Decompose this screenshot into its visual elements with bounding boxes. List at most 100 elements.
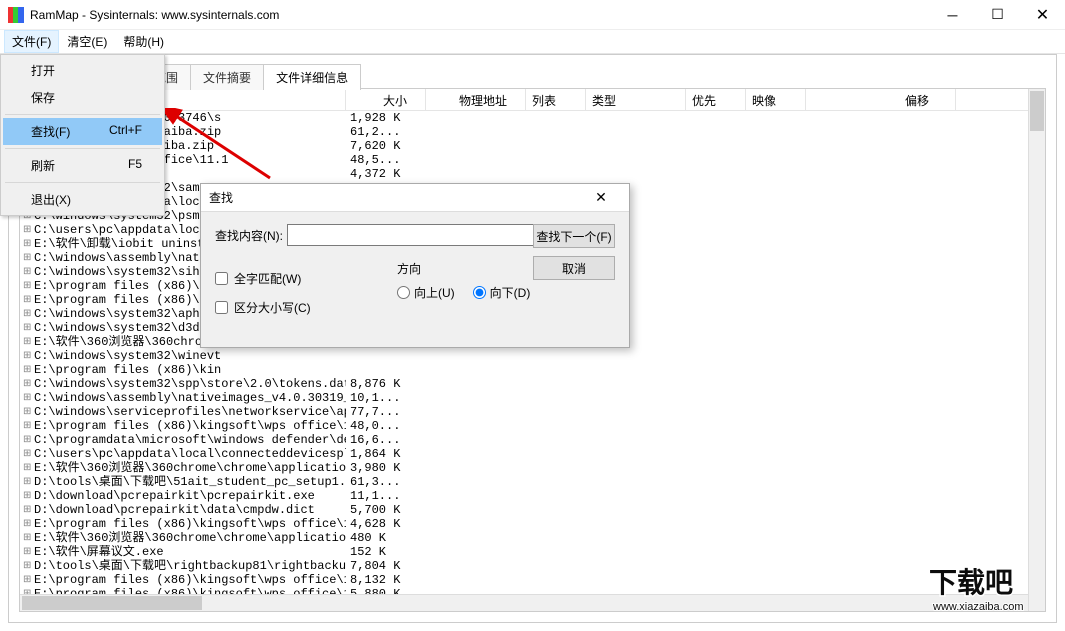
table-row[interactable]: ⊞6)\kingsoft\wps office\11.148,5... [20,153,1045,167]
vertical-scrollbar[interactable] [1028,89,1045,611]
close-button[interactable]: ✕ [1020,0,1065,29]
find-next-button[interactable]: 查找下一个(F) [533,224,615,248]
table-row[interactable]: ⊞C:\users\pc\appdata\local\connecteddevi… [20,447,1045,461]
expand-icon[interactable]: ⊞ [20,265,34,279]
expand-icon[interactable]: ⊞ [20,251,34,265]
menu-item-exit[interactable]: 退出(X) [3,186,162,213]
col-size[interactable]: 大小 [346,89,426,110]
menu-empty[interactable]: 清空(E) [59,30,115,53]
table-row[interactable]: ⊞D:\download\pcrepairkit\pcrepairkit.exe… [20,489,1045,503]
table-row[interactable]: ⊞it\debughelper.dll4,372 K [20,167,1045,181]
table-row[interactable]: ⊞C:\windows\assembly\nativeimages_v4.0.3… [20,391,1045,405]
expand-icon[interactable]: ⊞ [20,405,34,419]
file-path: C:\windows\assembly\nativeimages_v4.0.30… [34,391,346,405]
file-menu-dropdown: 打开 保存 查找(F)Ctrl+F 刷新F5 退出(X) [0,54,165,216]
table-row[interactable]: ⊞E:\program files (x86)\kingsoft\wps off… [20,419,1045,433]
expand-icon[interactable]: ⊞ [20,279,34,293]
table-row[interactable]: ⊞C:\programdata\microsoft\windows defend… [20,433,1045,447]
table-row[interactable]: ⊞C:\windows\system32\winevt [20,349,1045,363]
expand-icon[interactable]: ⊞ [20,363,34,377]
accel-text: F5 [128,157,142,174]
file-path: C:\windows\serviceprofiles\networkservic… [34,405,346,419]
file-size: 48,5... [346,153,406,167]
expand-icon[interactable]: ⊞ [20,517,34,531]
expand-icon[interactable]: ⊞ [20,433,34,447]
col-priority[interactable]: 优先 [686,89,746,110]
expand-icon[interactable]: ⊞ [20,223,34,237]
match-case-label: 区分大小写(C) [234,299,311,316]
expand-icon[interactable]: ⊞ [20,559,34,573]
whole-word-checkbox[interactable] [215,272,228,285]
file-path: D:\download\pcrepairkit\pcrepairkit.exe [34,489,346,503]
maximize-button[interactable]: ☐ [975,0,1020,29]
file-path: C:\windows\system32\spp\store\2.0\tokens… [34,377,346,391]
table-row[interactable]: ⊞C:\windows\serviceprofiles\networkservi… [20,405,1045,419]
menu-separator [5,182,160,183]
scrollbar-thumb[interactable] [1030,91,1044,131]
file-path: D:\tools\桌面\下载吧\51ait_student_pc_setup1.… [34,475,346,489]
table-row[interactable]: ⊞E:\program files (x86)\kin [20,363,1045,377]
table-row[interactable]: ⊞E:\program files (x86)\kingsoft\wps off… [20,573,1045,587]
expand-icon[interactable]: ⊞ [20,293,34,307]
expand-icon[interactable]: ⊞ [20,349,34,363]
menu-item-find[interactable]: 查找(F)Ctrl+F [3,118,162,145]
col-list[interactable]: 列表 [526,89,586,110]
expand-icon[interactable]: ⊞ [20,545,34,559]
menu-separator [5,114,160,115]
dialog-titlebar[interactable]: 查找 ✕ [201,184,629,212]
file-size: 3,980 K [346,461,406,475]
minimize-button[interactable]: ─ [930,0,975,29]
dialog-close-button[interactable]: ✕ [581,187,621,209]
menu-file[interactable]: 文件(F) [4,30,59,53]
file-size: 7,804 K [346,559,406,573]
table-row[interactable]: ⊞E:\软件\360浏览器\360chrome\chrome\applicati… [20,461,1045,475]
menu-help[interactable]: 帮助(H) [115,30,172,53]
menu-item-save[interactable]: 保存 [3,84,162,111]
table-row[interactable]: ⊞D:\tools\桌面\下载吧\51ait_student_pc_setup1… [20,475,1045,489]
match-case-checkbox[interactable] [215,301,228,314]
menu-item-refresh[interactable]: 刷新F5 [3,152,162,179]
table-row[interactable]: ⊞E:\软件\360浏览器\360chrome\chrome\applicati… [20,531,1045,545]
table-row[interactable]: ⊞6)\.goupinyin\9.8.0.3746\s1,928 K [20,111,1045,125]
expand-icon[interactable]: ⊞ [20,475,34,489]
expand-icon[interactable]: ⊞ [20,503,34,517]
expand-icon[interactable]: ⊞ [20,237,34,251]
expand-icon[interactable]: ⊞ [20,531,34,545]
table-row[interactable]: ⊞C:\windows\system32\spp\store\2.0\token… [20,377,1045,391]
find-dialog: 查找 ✕ 查找内容(N): 全字匹配(W) 区分大小写(C) 方向 向上(U) … [200,183,630,348]
file-size: 8,876 K [346,377,406,391]
expand-icon[interactable]: ⊞ [20,419,34,433]
expand-icon[interactable]: ⊞ [20,307,34,321]
scrollbar-thumb[interactable] [22,596,202,610]
table-row[interactable]: ⊞\rightbackup_xiazaiba.zip7,620 K [20,139,1045,153]
expand-icon[interactable]: ⊞ [20,377,34,391]
table-row[interactable]: ⊞D:\tools\桌面\下载吧\rightbackup81\rightback… [20,559,1045,573]
direction-label: 方向 [397,260,421,277]
dir-up-radio[interactable] [397,286,410,299]
file-size [346,349,406,363]
table-row[interactable]: ⊞E:\program files (x86)\kingsoft\wps off… [20,517,1045,531]
file-path: E:\软件\360浏览器\360chrome\chrome\applicatio… [34,531,346,545]
table-row[interactable]: ⊞E:\软件\屏幕议文.exe152 K [20,545,1045,559]
col-type[interactable]: 类型 [586,89,686,110]
table-row[interactable]: ⊞\aitstudentpc_xiazaiba.zip61,2... [20,125,1045,139]
expand-icon[interactable]: ⊞ [20,461,34,475]
expand-icon[interactable]: ⊞ [20,321,34,335]
expand-icon[interactable]: ⊞ [20,447,34,461]
col-offset[interactable]: 偏移 [806,89,956,110]
dir-down-label: 向下(D) [490,284,531,301]
expand-icon[interactable]: ⊞ [20,391,34,405]
file-size: 77,7... [346,405,406,419]
dir-down-radio[interactable] [473,286,486,299]
tab-file-details[interactable]: 文件详细信息 [263,64,361,90]
expand-icon[interactable]: ⊞ [20,489,34,503]
cancel-button[interactable]: 取消 [533,256,615,280]
col-physaddr[interactable]: 物理地址 [426,89,526,110]
expand-icon[interactable]: ⊞ [20,573,34,587]
expand-icon[interactable]: ⊞ [20,335,34,349]
col-image[interactable]: 映像 [746,89,806,110]
menu-item-open[interactable]: 打开 [3,57,162,84]
table-row[interactable]: ⊞D:\download\pcrepairkit\data\cmpdw.dict… [20,503,1045,517]
horizontal-scrollbar[interactable] [20,594,1028,611]
tab-file-summary[interactable]: 文件摘要 [190,64,264,90]
